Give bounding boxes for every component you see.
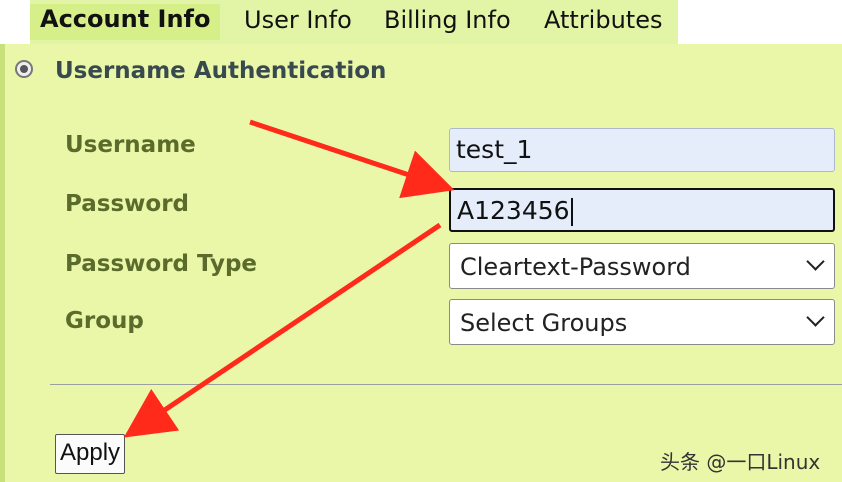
password-type-label: Password Type [65, 251, 258, 277]
password-label: Password [65, 191, 189, 217]
password-type-value: Cleartext-Password [460, 253, 691, 281]
username-input[interactable]: test_1 [449, 128, 835, 172]
password-type-select[interactable]: Cleartext-Password [449, 243, 835, 289]
tab-bar: Account Info User Info Billing Info Attr… [30, 0, 678, 44]
group-value: Select Groups [460, 309, 628, 337]
password-input[interactable]: A123456 [449, 188, 835, 232]
watermark: 头条 @一口Linux [660, 450, 821, 474]
tab-account-info[interactable]: Account Info [30, 4, 221, 40]
username-label: Username [65, 132, 196, 158]
tab-user-info[interactable]: User Info [244, 6, 352, 34]
divider [50, 384, 842, 385]
apply-button[interactable]: Apply [55, 434, 126, 474]
text-caret [570, 198, 573, 226]
account-info-panel: Username Authentication Username test_1 … [0, 44, 842, 482]
chevron-down-icon [806, 308, 825, 327]
group-label: Group [65, 308, 144, 334]
tab-billing-info[interactable]: Billing Info [384, 6, 511, 34]
group-select[interactable]: Select Groups [449, 299, 835, 345]
password-value: A123456 [457, 196, 570, 225]
section-title: Username Authentication [55, 58, 387, 84]
chevron-down-icon [806, 252, 825, 271]
tab-attributes[interactable]: Attributes [544, 6, 662, 34]
auth-radio-button[interactable] [15, 60, 33, 78]
username-value: test_1 [456, 135, 533, 164]
